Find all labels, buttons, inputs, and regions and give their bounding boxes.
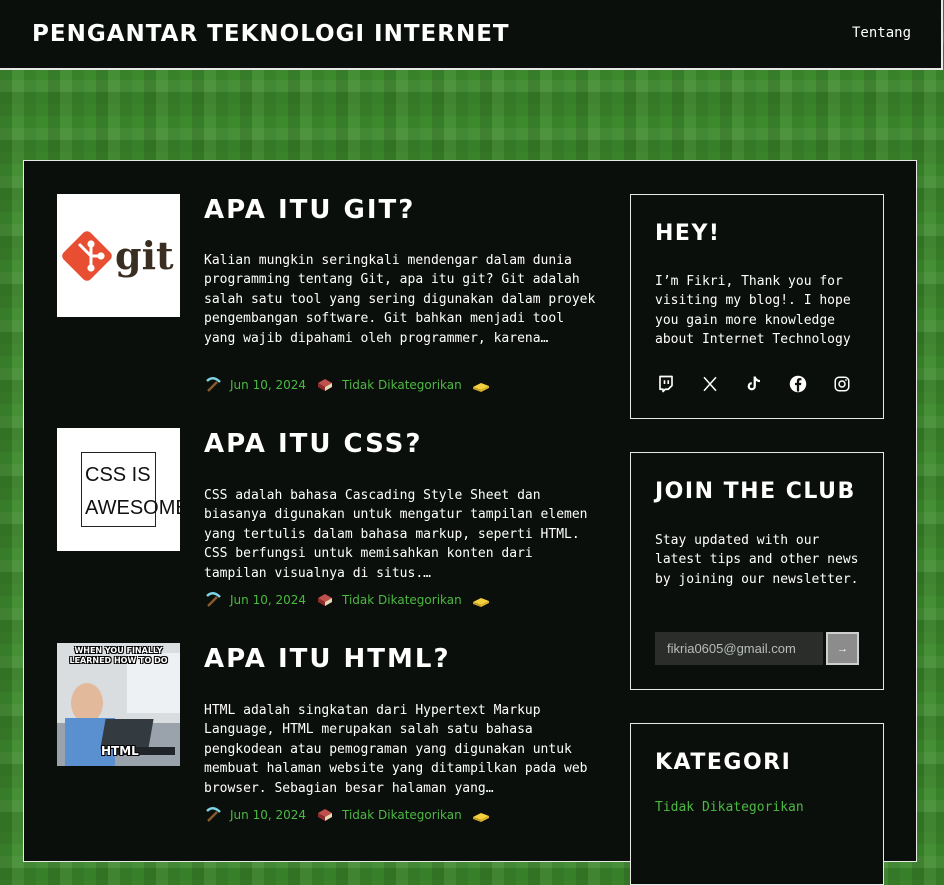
- meme-caption-top: WHEN YOU FINALLY LEARNED HOW TO DO: [69, 646, 168, 665]
- hey-widget-text: I’m Fikri, Thank you for visiting my blo…: [655, 274, 851, 348]
- newsletter-text: Stay updated with our latest tips and ot…: [655, 533, 859, 587]
- post-date: Jun 10, 2024: [230, 808, 307, 822]
- post-card: git APA ITU GIT? Kalian mungkin seringka…: [57, 194, 597, 404]
- site-title[interactable]: PENGANTAR TEKNOLOGI INTERNET: [32, 18, 510, 50]
- post-excerpt: CSS adalah bahasa Cascading Style Sheet …: [204, 488, 588, 581]
- pickaxe-icon: [204, 806, 222, 824]
- gold-ingot-icon: [472, 591, 490, 609]
- post-date: Jun 10, 2024: [230, 378, 307, 392]
- post-title[interactable]: APA ITU CSS?: [204, 428, 422, 460]
- book-icon: [316, 376, 334, 394]
- post-category-link[interactable]: Tidak Dikategorikan: [342, 808, 462, 822]
- site-header: PENGANTAR TEKNOLOGI INTERNET Tentang: [0, 0, 943, 70]
- pickaxe-icon: [204, 376, 222, 394]
- svg-text:git: git: [115, 233, 174, 278]
- book-icon: [316, 806, 334, 824]
- git-logo-icon: git: [62, 231, 174, 281]
- twitch-icon[interactable]: [657, 375, 675, 393]
- pickaxe-icon: [204, 591, 222, 609]
- post-thumbnail-css[interactable]: CSS IS AWESOME: [57, 428, 180, 551]
- categories-title: KATEGORI: [655, 750, 792, 775]
- css-awesome-text-line1: CSS IS: [85, 464, 151, 486]
- tiktok-icon[interactable]: [745, 375, 763, 393]
- post-excerpt: Kalian mungkin seringkali mendengar dala…: [204, 253, 596, 346]
- instagram-icon[interactable]: [833, 375, 851, 393]
- post-category-link[interactable]: Tidak Dikategorikan: [342, 378, 462, 392]
- hey-widget: HEY! I’m Fikri, Thank you for visiting m…: [630, 194, 884, 419]
- post-thumbnail-git[interactable]: git: [57, 194, 180, 317]
- newsletter-submit-button[interactable]: →: [826, 632, 859, 665]
- post-card: CSS IS AWESOME APA ITU CSS? CSS adalah b…: [57, 428, 597, 628]
- hey-widget-title: HEY!: [655, 221, 721, 246]
- post-thumbnail-html-meme[interactable]: WHEN YOU FINALLY LEARNED HOW TO DO HTML: [57, 643, 180, 766]
- gold-ingot-icon: [472, 806, 490, 824]
- newsletter-widget: JOIN THE CLUB Stay updated with our late…: [630, 452, 884, 690]
- social-links: [657, 375, 877, 393]
- x-icon[interactable]: [701, 375, 719, 393]
- post-excerpt: HTML adalah singkatan dari Hypertext Mar…: [204, 703, 588, 796]
- post-title[interactable]: APA ITU HTML?: [204, 643, 451, 675]
- post-meta: Jun 10, 2024 Tidak Dikategorikan: [204, 804, 498, 826]
- post-meta: Jun 10, 2024 Tidak Dikategorikan: [204, 589, 498, 611]
- main-content: git APA ITU GIT? Kalian mungkin seringka…: [23, 160, 917, 885]
- categories-widget: KATEGORI Tidak Dikategorikan: [630, 723, 884, 885]
- category-link-uncategorized[interactable]: Tidak Dikategorikan: [655, 800, 804, 815]
- gold-ingot-icon: [472, 376, 490, 394]
- post-meta: Jun 10, 2024 Tidak Dikategorikan: [204, 374, 498, 396]
- css-awesome-text-line2: AWESOME: [85, 497, 180, 519]
- newsletter-email-input[interactable]: [655, 632, 823, 665]
- meme-caption-bottom: HTML: [101, 744, 139, 758]
- post-title[interactable]: APA ITU GIT?: [204, 194, 415, 226]
- nav-link-about[interactable]: Tentang: [852, 25, 911, 41]
- newsletter-title: JOIN THE CLUB: [655, 479, 856, 504]
- post-category-link[interactable]: Tidak Dikategorikan: [342, 593, 462, 607]
- facebook-icon[interactable]: [789, 375, 807, 393]
- post-date: Jun 10, 2024: [230, 593, 307, 607]
- post-card: WHEN YOU FINALLY LEARNED HOW TO DO HTML …: [57, 643, 597, 843]
- book-icon: [316, 591, 334, 609]
